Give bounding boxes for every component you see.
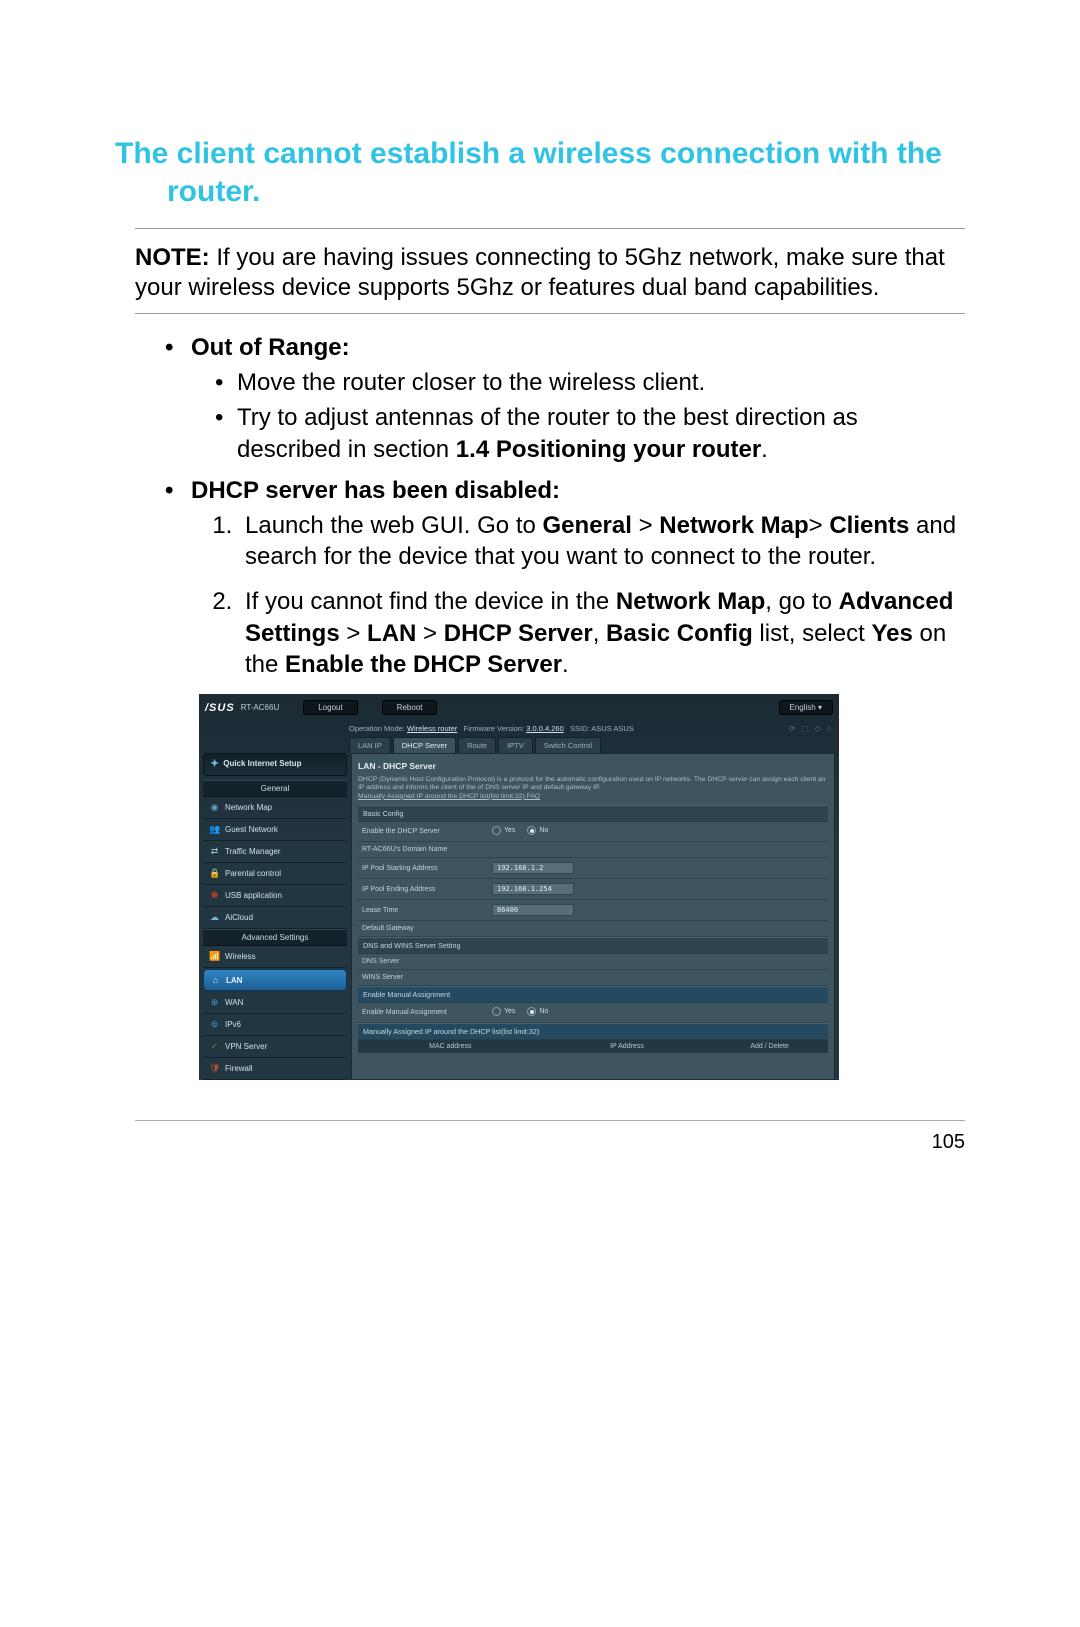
sidebar-section-advanced: Advanced Settings <box>203 929 347 946</box>
cloud-icon: ☁ <box>209 912 220 923</box>
content-panel: LAN - DHCP Server DHCP (Dynamic Host Con… <box>351 753 835 1081</box>
usb-icon: ✽ <box>209 890 220 901</box>
dhcp-heading: DHCP server has been disabled: <box>191 477 560 504</box>
group-basic-config: Basic Config <box>358 805 828 822</box>
group-manual-list: Manually Assigned IP around the DHCP lis… <box>358 1023 828 1040</box>
tab-iptv[interactable]: IPTV <box>498 737 533 753</box>
divider <box>135 228 965 229</box>
row-enable-manual: Enable Manual Assignment Yes No <box>358 1003 828 1023</box>
sidebar: ✦ Quick Internet Setup General ◉Network … <box>203 753 347 1081</box>
radio-yes[interactable]: Yes <box>492 826 515 835</box>
title-line-2: router. <box>167 175 260 208</box>
sidebar-section-general: General <box>203 780 347 797</box>
sidebar-item-wan[interactable]: ⊕WAN <box>203 992 347 1014</box>
chevron-down-icon: ▾ <box>818 703 822 712</box>
lan-icon: ⌂ <box>210 975 221 985</box>
group-dns-wins: DNS and WINS Server Setting <box>358 937 828 954</box>
note-label: NOTE: <box>135 244 210 271</box>
row-dns-server: DNS Server <box>358 954 828 970</box>
group-enable-manual: Enable Manual Assignment <box>358 986 828 1003</box>
step-2: If you cannot find the device in the Net… <box>239 586 965 680</box>
page-number: 105 <box>135 1120 965 1154</box>
sidebar-item-guest-network[interactable]: 👥Guest Network <box>203 819 347 841</box>
lan-tabs: LAN IP DHCP Server Route IPTV Switch Con… <box>349 737 833 753</box>
radio-no-manual[interactable]: No <box>527 1007 548 1016</box>
firewall-icon: 🛡 <box>209 1063 220 1074</box>
sub-bullet: Move the router closer to the wireless c… <box>215 367 965 398</box>
tab-switch-control[interactable]: Switch Control <box>535 737 601 753</box>
reboot-button[interactable]: Reboot <box>382 700 438 715</box>
sidebar-item-vpn-server[interactable]: ✔VPN Server <box>203 1036 347 1058</box>
router-admin-screenshot: /SUS RT-AC66U Logout Reboot English ▾ Op… <box>199 694 839 1081</box>
vpn-icon: ✔ <box>209 1041 220 1052</box>
wan-icon: ⊕ <box>209 997 220 1008</box>
note-text: If you are having issues connecting to 5… <box>135 244 945 301</box>
content-description: DHCP (Dynamic Host Configuration Protoco… <box>358 776 828 801</box>
row-domain-name: RT-AC66U's Domain Name <box>358 842 828 858</box>
row-lease-time: Lease Time 86400 <box>358 900 828 921</box>
logout-button[interactable]: Logout <box>303 700 357 715</box>
content-title: LAN - DHCP Server <box>358 761 828 771</box>
page-title: The client cannot establish a wireless c… <box>115 135 965 210</box>
ipv6-icon: ⊜ <box>209 1019 220 1030</box>
bullet-dhcp-disabled: DHCP server has been disabled: Launch th… <box>165 475 965 680</box>
parental-control-icon: 🔒 <box>209 868 220 879</box>
ip-start-input[interactable]: 192.168.1.2 <box>492 862 574 874</box>
sidebar-item-firewall[interactable]: 🛡Firewall <box>203 1058 347 1080</box>
lease-time-input[interactable]: 86400 <box>492 904 574 916</box>
title-line-1: The client cannot establish a wireless c… <box>115 137 942 170</box>
wireless-icon: 📶 <box>209 951 220 962</box>
quick-internet-setup[interactable]: ✦ Quick Internet Setup <box>203 753 347 777</box>
ip-end-input[interactable]: 192.168.1.254 <box>492 883 574 895</box>
out-of-range-heading: Out of Range: <box>191 334 350 361</box>
sidebar-item-ipv6[interactable]: ⊜IPv6 <box>203 1014 347 1036</box>
sidebar-item-usb-application[interactable]: ✽USB application <box>203 885 347 907</box>
row-wins-server: WINS Server <box>358 970 828 986</box>
status-bar: Operation Mode: Wireless router Firmware… <box>349 724 833 733</box>
radio-no[interactable]: No <box>527 826 548 835</box>
row-default-gateway: Default Gateway <box>358 921 828 937</box>
sidebar-item-traffic-manager[interactable]: ⇄Traffic Manager <box>203 841 347 863</box>
traffic-manager-icon: ⇄ <box>209 846 220 857</box>
sidebar-item-network-map[interactable]: ◉Network Map <box>203 797 347 819</box>
row-enable-dhcp: Enable the DHCP Server Yes No <box>358 822 828 842</box>
status-icons: ⟳ ⬚ ◇ ⌂ <box>789 724 833 733</box>
radio-yes-manual[interactable]: Yes <box>492 1007 515 1016</box>
sidebar-item-aicloud[interactable]: ☁AiCloud <box>203 907 347 929</box>
guest-network-icon: 👥 <box>209 824 220 835</box>
bullet-out-of-range: Out of Range: Move the router closer to … <box>165 332 965 465</box>
wand-icon: ✦ <box>210 759 219 771</box>
network-map-icon: ◉ <box>209 802 220 813</box>
sidebar-item-parental-control[interactable]: 🔒Parental control <box>203 863 347 885</box>
language-selector[interactable]: English ▾ <box>779 700 834 715</box>
tab-lan-ip[interactable]: LAN IP <box>349 737 391 753</box>
tab-route[interactable]: Route <box>458 737 496 753</box>
tab-dhcp-server[interactable]: DHCP Server <box>393 737 456 753</box>
note-block: NOTE: If you are having issues connectin… <box>135 243 965 303</box>
model-label: RT-AC66U <box>241 703 280 712</box>
row-ip-start: IP Pool Starting Address 192.168.1.2 <box>358 858 828 879</box>
sidebar-item-wireless[interactable]: 📶Wireless <box>203 946 347 968</box>
divider <box>135 313 965 314</box>
sub-bullet: Try to adjust antennas of the router to … <box>215 402 965 464</box>
sidebar-item-lan[interactable]: ⌂LAN <box>203 969 347 991</box>
manual-table-header: MAC address IP Address Add / Delete <box>358 1040 828 1053</box>
step-1: Launch the web GUI. Go to General > Netw… <box>239 510 965 572</box>
row-ip-end: IP Pool Ending Address 192.168.1.254 <box>358 879 828 900</box>
brand-logo: /SUS RT-AC66U <box>205 702 279 714</box>
